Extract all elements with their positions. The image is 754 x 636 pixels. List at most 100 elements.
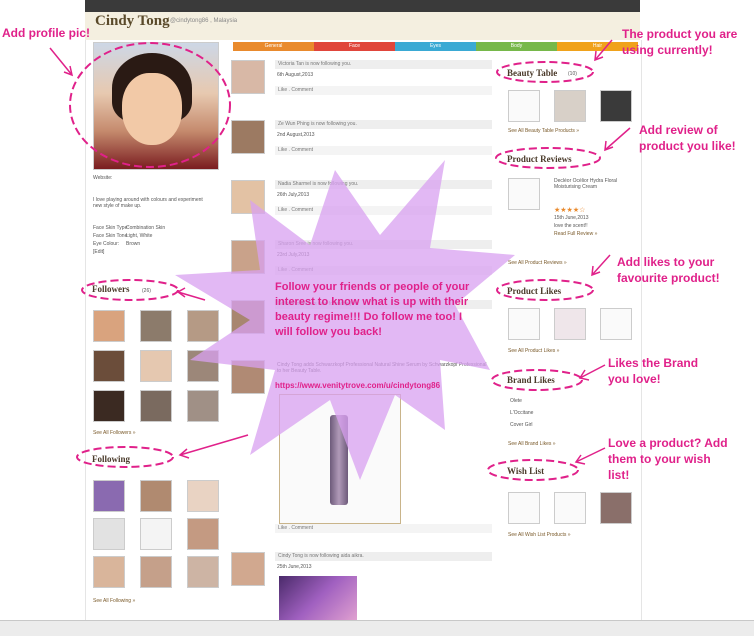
wish-product[interactable] xyxy=(554,492,586,524)
feed-item: Nadia Sharmel is now following you. 26th… xyxy=(231,178,493,218)
beauty-product[interactable] xyxy=(508,90,540,122)
follower-avatar[interactable] xyxy=(93,310,125,342)
following-avatar[interactable] xyxy=(187,480,219,512)
feed-avatar[interactable] xyxy=(231,360,265,394)
tab-body[interactable]: Body xyxy=(476,42,557,51)
brand-item[interactable]: L'Occitane xyxy=(510,410,533,416)
profile-name: Cindy Tong xyxy=(95,13,170,29)
follower-avatar[interactable] xyxy=(140,310,172,342)
eye-colour-label: Eye Colour: xyxy=(93,241,120,247)
following-avatar[interactable] xyxy=(93,480,125,512)
follower-avatar[interactable] xyxy=(187,390,219,422)
review-text: love the scent!! xyxy=(554,223,588,229)
avatar-face xyxy=(122,73,182,145)
tab-face[interactable]: Face xyxy=(314,42,395,51)
annotation-review: Add review of product you like! xyxy=(639,123,736,153)
feed-date: 23rd July,2013 xyxy=(277,252,310,258)
brand-item[interactable]: Cover Girl xyxy=(510,422,533,428)
brand-item[interactable]: Olete xyxy=(510,398,522,404)
review-product-name[interactable]: Decléor Océlior Hydra Floral Moisturisin… xyxy=(554,178,636,190)
skin-type-label: Face Skin Type: xyxy=(93,225,129,231)
follower-avatar[interactable] xyxy=(93,350,125,382)
feed-actions[interactable]: Like . Comment xyxy=(275,146,492,155)
annotation-likes: Add likes to your favourite product! xyxy=(617,255,720,285)
see-all-likes-link[interactable]: See All Product Likes » xyxy=(508,348,559,354)
annotation-product-using: The product you are using currently! xyxy=(622,27,738,57)
skin-tone-label: Face Skin Tone: xyxy=(93,233,129,239)
feed-text: Ze Wun Phing is now following you. xyxy=(275,120,492,129)
following-avatar[interactable] xyxy=(187,518,219,550)
about-text: I love playing around with colours and e… xyxy=(93,197,203,209)
beauty-table-title: Beauty Table xyxy=(507,68,558,78)
review-date: 15th June,2013 xyxy=(554,215,589,221)
see-all-brands-link[interactable]: See All Brand Likes » xyxy=(508,441,556,447)
wish-product[interactable] xyxy=(508,492,540,524)
annotation-url[interactable]: https://www.venitytrove.com/u/cindytong8… xyxy=(275,381,440,390)
product-likes-title: Product Likes xyxy=(507,286,562,296)
feed-actions[interactable]: Like . Comment xyxy=(275,266,492,275)
feed-text: Cindy Tong is now following aida aikra. xyxy=(275,552,492,561)
followers-count: (26) xyxy=(142,288,151,294)
annotation-brand: Likes the Brand you love! xyxy=(608,356,699,386)
wish-product[interactable] xyxy=(600,492,632,524)
feed-date: 2nd August,2013 xyxy=(277,132,315,138)
status-bar xyxy=(0,620,754,636)
following-title: Following xyxy=(92,454,131,464)
following-avatar[interactable] xyxy=(140,556,172,588)
feed-avatar[interactable] xyxy=(231,180,265,214)
edit-link[interactable]: [Edit] xyxy=(93,249,104,255)
profile-subtitle: @cindytong86 , Malaysia xyxy=(170,18,238,24)
feed-avatar[interactable] xyxy=(231,552,265,586)
wish-list-title: Wish List xyxy=(507,466,545,476)
feed-photo[interactable] xyxy=(279,576,357,620)
liked-product[interactable] xyxy=(554,308,586,340)
see-all-reviews-link[interactable]: See All Product Reviews » xyxy=(508,260,567,266)
follower-avatar[interactable] xyxy=(140,350,172,382)
liked-product[interactable] xyxy=(600,308,632,340)
liked-product[interactable] xyxy=(508,308,540,340)
feed-avatar[interactable] xyxy=(231,240,265,274)
feed-actions[interactable]: Like . Comment xyxy=(275,206,492,215)
see-all-beauty-link[interactable]: See All Beauty Table Products » xyxy=(508,128,579,134)
category-tabs: General Face Eyes Body Hair xyxy=(233,42,638,51)
website-label: Website: xyxy=(93,175,113,181)
avatar[interactable] xyxy=(93,42,219,170)
annotation-wish: Love a product? Add them to your wish li… xyxy=(608,436,728,482)
see-all-followers-link[interactable]: See All Followers » xyxy=(93,430,136,436)
beauty-product[interactable] xyxy=(554,90,586,122)
following-avatar[interactable] xyxy=(140,518,172,550)
feed-avatar[interactable] xyxy=(231,120,265,154)
following-avatar[interactable] xyxy=(93,556,125,588)
beauty-product[interactable] xyxy=(600,90,632,122)
annotation-follow-friends: Follow your friends or people of your in… xyxy=(275,281,470,338)
follower-avatar[interactable] xyxy=(187,310,219,342)
beauty-table-count: (10) xyxy=(568,71,577,77)
see-all-wish-link[interactable]: See All Wish List Products » xyxy=(508,532,571,538)
feed-text: Sharon Sree is now following you. xyxy=(275,240,492,249)
feed-item: Cindy Tong is now following aida aikra. … xyxy=(231,552,493,622)
feed-date: 25th June,2013 xyxy=(277,564,312,570)
feed-date: 6th August,2013 xyxy=(277,72,314,78)
feed-item: Victoria Tan is now following you. 6th A… xyxy=(231,58,493,98)
product-image[interactable] xyxy=(279,394,401,524)
follower-avatar[interactable] xyxy=(187,350,219,382)
feed-avatar[interactable] xyxy=(231,300,265,334)
read-review-link[interactable]: Read Full Review » xyxy=(554,231,597,237)
tab-eyes[interactable]: Eyes xyxy=(395,42,476,51)
feed-date: 26th July,2013 xyxy=(277,192,310,198)
see-all-following-link[interactable]: See All Following » xyxy=(93,598,135,604)
eye-colour: Brown xyxy=(126,241,141,247)
feed-item: Sharon Sree is now following you. 23rd J… xyxy=(231,238,493,278)
following-avatar[interactable] xyxy=(93,518,125,550)
follower-avatar[interactable] xyxy=(93,390,125,422)
review-product-image[interactable] xyxy=(508,178,540,210)
feed-text: Victoria Tan is now following you. xyxy=(275,60,492,69)
feed-actions[interactable]: Like . Comment xyxy=(275,86,492,95)
follower-avatar[interactable] xyxy=(140,390,172,422)
tab-general[interactable]: General xyxy=(233,42,314,51)
following-avatar[interactable] xyxy=(140,480,172,512)
feed-actions[interactable]: Like . Comment xyxy=(275,524,492,533)
followers-title: Followers xyxy=(92,284,130,294)
feed-avatar[interactable] xyxy=(231,60,265,94)
following-avatar[interactable] xyxy=(187,556,219,588)
